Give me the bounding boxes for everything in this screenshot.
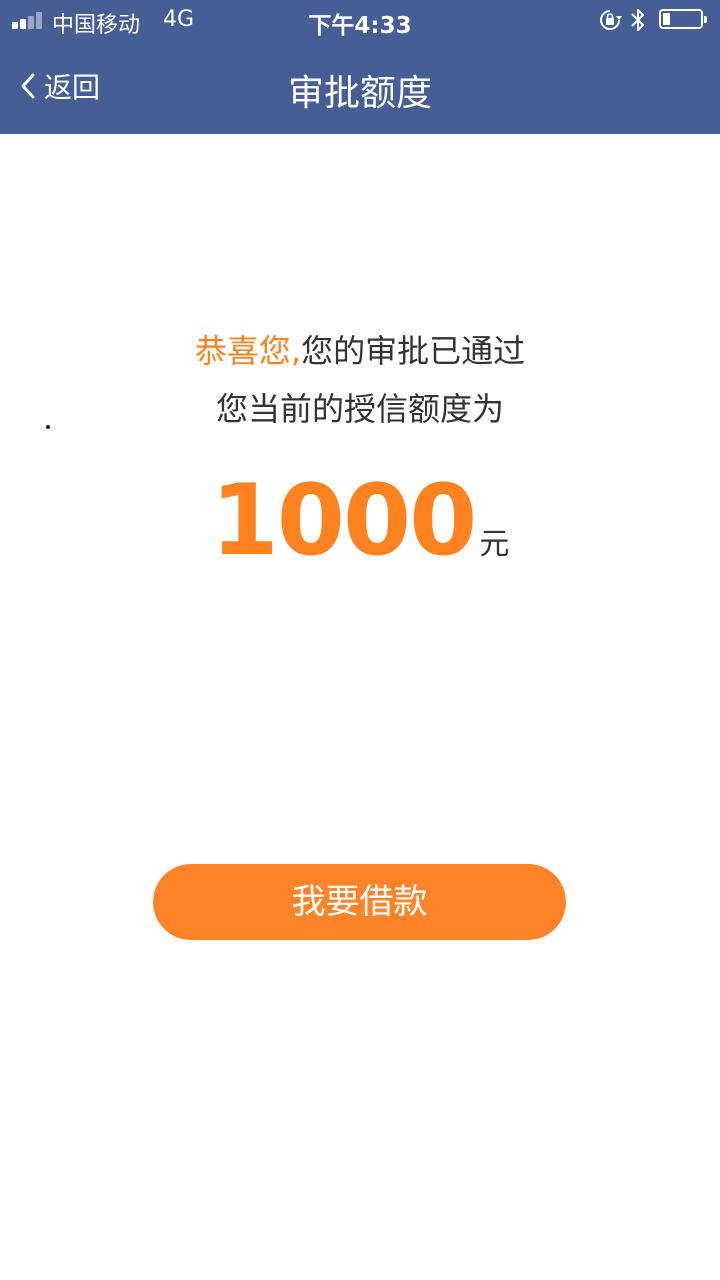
borrow-button[interactable]: 我要借款 bbox=[153, 864, 566, 940]
credit-line-label: 您当前的授信额度为 bbox=[215, 390, 504, 428]
congrats-text: 恭喜您, bbox=[194, 332, 302, 370]
status-bar: 中国移动 4G 下午4:33 bbox=[0, 0, 720, 40]
nav-bar: 返回 审批额度 bbox=[0, 40, 720, 134]
orientation-lock-icon bbox=[600, 10, 622, 30]
stray-dot bbox=[46, 425, 50, 429]
approved-text: 您的审批已通过 bbox=[301, 332, 526, 370]
bluetooth-icon bbox=[631, 9, 644, 31]
credit-amount: 1000 元 bbox=[0, 464, 720, 578]
battery-icon bbox=[659, 9, 707, 29]
page-title: 审批额度 bbox=[287, 73, 432, 114]
credit-amount-unit: 元 bbox=[479, 527, 510, 562]
battery-level bbox=[663, 13, 670, 25]
approval-message: 恭喜您,您的审批已通过 bbox=[0, 326, 720, 372]
credit-amount-value: 1000 bbox=[210, 464, 478, 578]
header: 中国移动 4G 下午4:33 返回 审批额度 bbox=[0, 0, 720, 134]
